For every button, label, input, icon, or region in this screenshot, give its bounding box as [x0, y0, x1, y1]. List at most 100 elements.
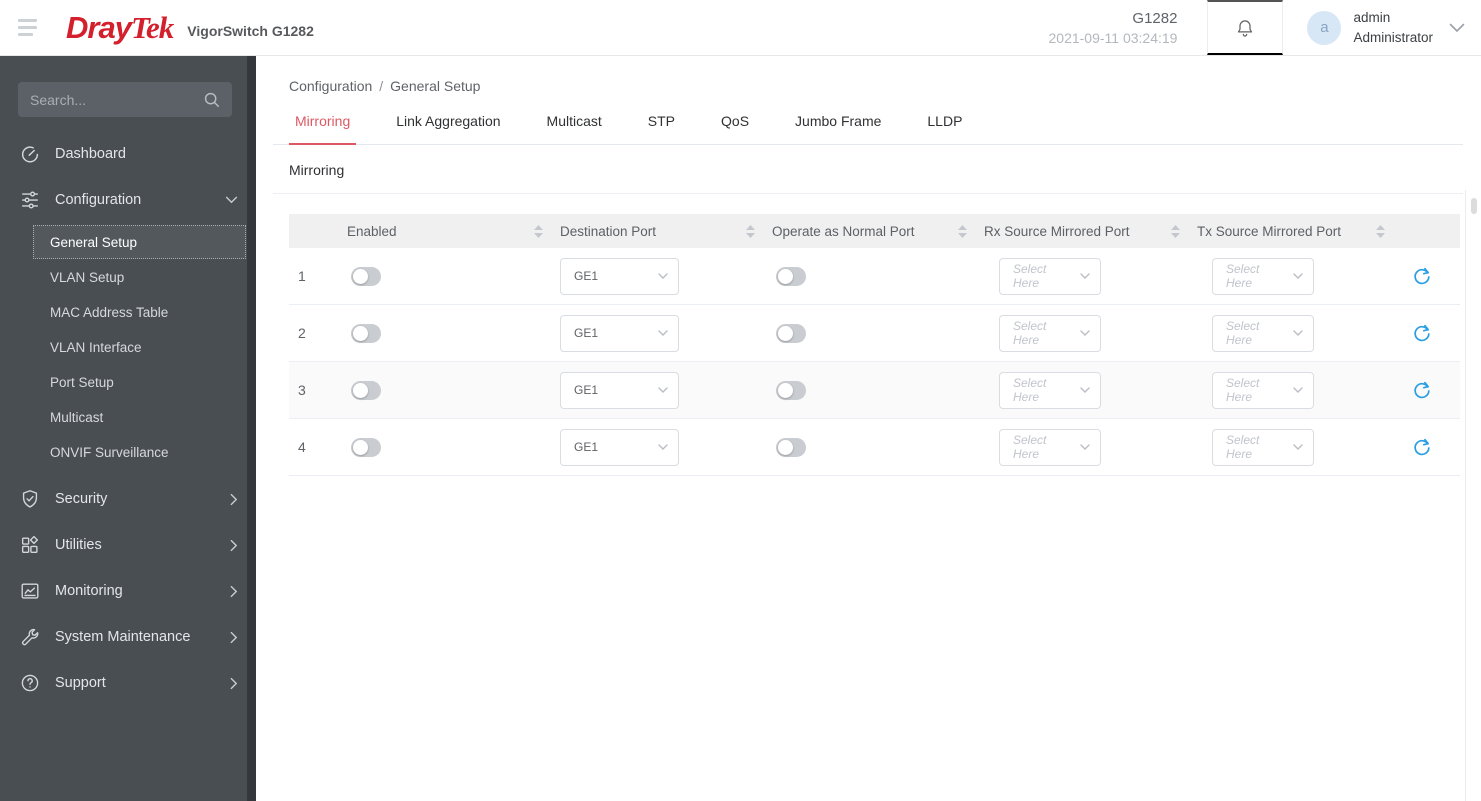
refresh-button[interactable]: [1409, 378, 1433, 402]
refresh-button[interactable]: [1409, 435, 1433, 459]
tab-link-aggregation[interactable]: Link Aggregation: [390, 113, 506, 144]
sidebar-subitem-mac-address-table[interactable]: MAC Address Table: [33, 295, 246, 329]
chevron-right-icon: [230, 539, 238, 551]
operate-normal-toggle[interactable]: [776, 266, 806, 286]
chevron-right-icon: [230, 493, 238, 505]
chevron-right-icon: [230, 631, 238, 643]
rx-source-select[interactable]: Select Here: [999, 257, 1101, 295]
rx-source-select[interactable]: Select Here: [999, 371, 1101, 409]
sort-icon[interactable]: [1374, 223, 1387, 240]
header-cell-operate-as-normal-port: Operate as Normal Port: [765, 223, 977, 240]
enabled-toggle[interactable]: [351, 323, 381, 343]
sidebar-item-utilities[interactable]: Utilities: [0, 522, 256, 568]
destination-port-select[interactable]: GE1: [560, 314, 679, 352]
operate-normal-toggle[interactable]: [776, 323, 806, 343]
user-names: admin Administrator: [1353, 8, 1433, 47]
select-value: GE1: [574, 326, 599, 340]
sidebar-subitem-vlan-setup[interactable]: VLAN Setup: [33, 260, 246, 294]
sort-icon[interactable]: [956, 223, 969, 240]
chevron-down-icon: [658, 273, 668, 279]
hamburger-menu-button[interactable]: [16, 15, 39, 40]
chevron-down-icon: [1080, 330, 1090, 336]
tab-qos[interactable]: QoS: [715, 113, 755, 144]
rx-source-select[interactable]: Select Here: [999, 428, 1101, 466]
sidebar-subitem-onvif-surveillance[interactable]: ONVIF Surveillance: [33, 435, 246, 469]
sidebar-subitem-vlan-interface[interactable]: VLAN Interface: [33, 330, 246, 364]
sidebar-item-system-maintenance[interactable]: System Maintenance: [0, 614, 256, 660]
tx-source-select[interactable]: Select Here: [1212, 257, 1314, 295]
select-value: GE1: [574, 383, 599, 397]
page: DrayTek VigorSwitch G1282 G1282 2021-09-…: [0, 0, 1481, 801]
header-cell-destination-port: Destination Port: [553, 223, 765, 240]
sidebar-subitem-multicast[interactable]: Multicast: [33, 400, 246, 434]
row-number: 2: [298, 325, 306, 341]
tab-mirroring[interactable]: Mirroring: [289, 113, 357, 145]
shield-icon: [22, 490, 38, 508]
tx-source-select[interactable]: Select Here: [1212, 428, 1314, 466]
chevron-down-icon: [1080, 273, 1090, 279]
tab-lldp[interactable]: LLDP: [921, 113, 968, 144]
sidebar-subitem-label: MAC Address Table: [50, 304, 169, 320]
sidebar-scrollbar[interactable]: [247, 56, 256, 801]
sidebar-subitem-port-setup[interactable]: Port Setup: [33, 365, 246, 399]
sidebar-item-dashboard[interactable]: Dashboard: [0, 131, 256, 177]
sidebar-item-label: Security: [55, 491, 108, 507]
vertical-scrollbar[interactable]: [1471, 198, 1477, 214]
notifications-button[interactable]: [1207, 0, 1284, 55]
breadcrumb-current[interactable]: General Setup: [390, 78, 480, 94]
sidebar-item-security[interactable]: Security: [0, 476, 256, 522]
sort-icon[interactable]: [532, 223, 545, 240]
column-label: Tx Source Mirrored Port: [1197, 223, 1342, 239]
destination-port-select[interactable]: GE1: [560, 257, 679, 295]
sidebar-item-support[interactable]: Support: [0, 660, 256, 706]
chevron-right-icon: [230, 585, 238, 597]
sidebar-item-monitoring[interactable]: Monitoring: [0, 568, 256, 614]
sort-icon[interactable]: [1169, 223, 1182, 240]
refresh-button[interactable]: [1409, 264, 1433, 288]
column-label: Rx Source Mirrored Port: [984, 223, 1130, 239]
chevron-down-icon: [658, 444, 668, 450]
configuration-submenu: General Setup VLAN Setup MAC Address Tab…: [0, 223, 256, 476]
table-row: 2 GE1 Select Here Select Here: [289, 305, 1460, 362]
enabled-toggle[interactable]: [351, 437, 381, 457]
refresh-icon: [1413, 267, 1430, 284]
sidebar-nav: Dashboard Configuration General Setup VL…: [0, 131, 256, 706]
tx-source-select[interactable]: Select Here: [1212, 371, 1314, 409]
sort-icon[interactable]: [744, 223, 757, 240]
destination-port-select[interactable]: GE1: [560, 428, 679, 466]
product-title: VigorSwitch G1282: [187, 22, 314, 39]
select-placeholder: Select Here: [1226, 319, 1260, 347]
tab-jumbo-frame[interactable]: Jumbo Frame: [789, 113, 887, 144]
tab-multicast[interactable]: Multicast: [541, 113, 608, 144]
top-header: DrayTek VigorSwitch G1282 G1282 2021-09-…: [0, 0, 1481, 56]
select-placeholder: Select Here: [1226, 376, 1260, 404]
table-header-row: Enabled Destination Port Operate as Norm…: [289, 214, 1460, 248]
sidebar-item-configuration[interactable]: Configuration: [0, 177, 256, 223]
search-input[interactable]: [30, 91, 203, 108]
header-cell-tx-source-mirrored-port: Tx Source Mirrored Port: [1190, 223, 1395, 240]
sidebar-subitem-general-setup[interactable]: General Setup: [33, 225, 246, 259]
rx-source-select[interactable]: Select Here: [999, 314, 1101, 352]
enabled-toggle[interactable]: [351, 266, 381, 286]
breadcrumb-parent[interactable]: Configuration: [289, 78, 372, 94]
panel-title: Mirroring: [289, 162, 345, 178]
chevron-right-icon: [230, 677, 238, 689]
select-value: GE1: [574, 269, 599, 283]
user-menu[interactable]: a admin Administrator: [1283, 8, 1481, 47]
breadcrumb: Configuration / General Setup: [289, 78, 1481, 94]
tx-source-select[interactable]: Select Here: [1212, 314, 1314, 352]
destination-port-select[interactable]: GE1: [560, 371, 679, 409]
sidebar-subitem-label: VLAN Setup: [50, 269, 125, 285]
wrench-icon: [21, 628, 39, 646]
sidebar-subitem-label: VLAN Interface: [50, 339, 142, 355]
select-placeholder: Select Here: [1226, 433, 1260, 461]
select-placeholder: Select Here: [1226, 262, 1260, 290]
operate-normal-toggle[interactable]: [776, 380, 806, 400]
sidebar-subitem-label: Multicast: [50, 409, 104, 425]
refresh-button[interactable]: [1409, 321, 1433, 345]
user-name: admin: [1353, 9, 1391, 25]
operate-normal-toggle[interactable]: [776, 437, 806, 457]
tab-stp[interactable]: STP: [642, 113, 681, 144]
enabled-toggle[interactable]: [351, 380, 381, 400]
sidebar-subitem-label: General Setup: [50, 234, 138, 250]
